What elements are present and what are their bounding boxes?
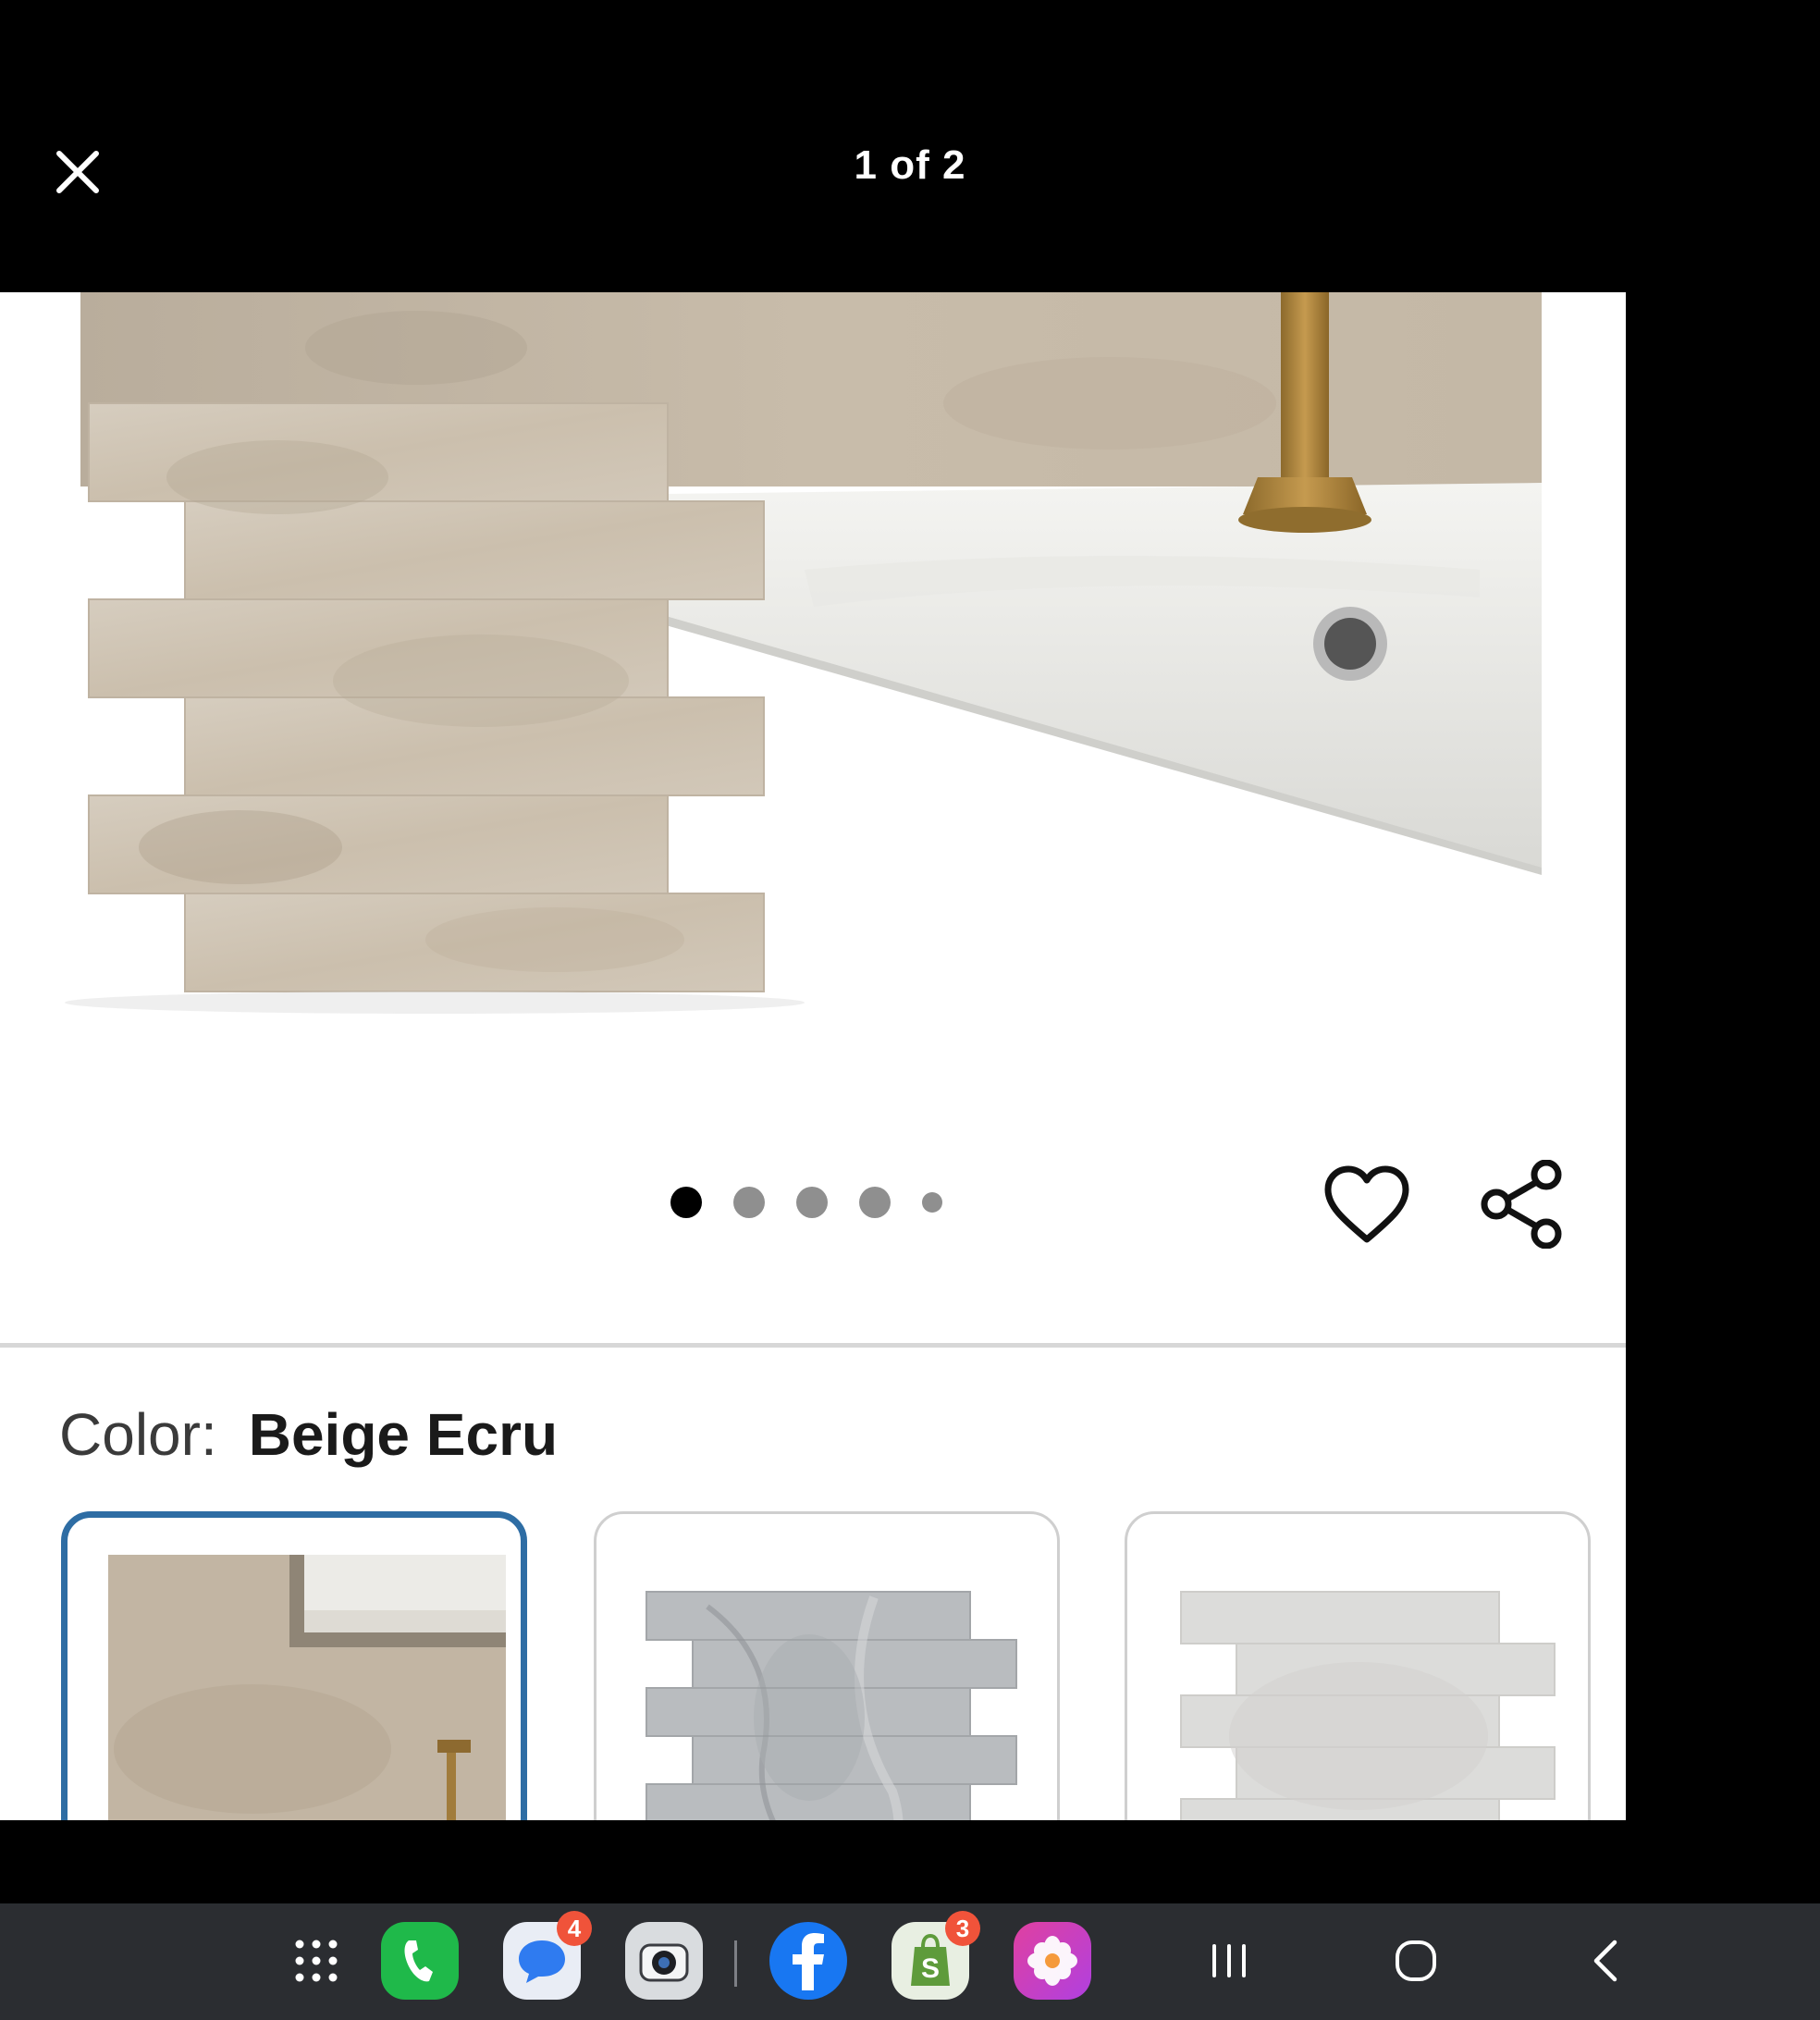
product-image-panel: Color: Beige Ecru [0, 292, 1626, 1820]
heart-outline-icon [1324, 1165, 1409, 1243]
chat-bubble-icon [519, 1940, 565, 1983]
back-icon [1593, 1940, 1617, 1982]
add-to-wishlist-button[interactable] [1321, 1158, 1413, 1250]
back-button[interactable] [1563, 1922, 1646, 2000]
home-button[interactable] [1374, 1922, 1457, 2000]
recent-apps-button[interactable] [1187, 1922, 1271, 2000]
phone-app[interactable] [381, 1922, 459, 2000]
black-band [0, 1820, 1820, 1903]
pagination-dot-5[interactable] [922, 1192, 942, 1213]
pagination-dot-4[interactable] [859, 1187, 891, 1218]
share-button[interactable] [1476, 1158, 1568, 1250]
recent-apps-icon [1212, 1944, 1246, 1977]
share-icon [1481, 1160, 1562, 1249]
messages-app[interactable]: 4 [503, 1911, 592, 2000]
section-divider [0, 1343, 1626, 1348]
shopify-bag-icon: S [911, 1934, 950, 1986]
color-value: Beige Ecru [248, 1401, 559, 1468]
color-selection-heading: Color: Beige Ecru [59, 1400, 558, 1469]
camera-icon [639, 1943, 689, 1982]
messages-badge: 4 [557, 1911, 592, 1946]
color-swatch-light-grey[interactable] [1125, 1511, 1591, 1820]
phone-icon [404, 1940, 433, 1982]
gallery-app[interactable] [1014, 1922, 1091, 2000]
image-counter: 1 of 2 [854, 142, 966, 188]
image-pagination-dots [670, 1186, 942, 1219]
facebook-icon [793, 1933, 824, 1990]
grid-icon [295, 1940, 338, 1982]
viewer-header: 1 of 2 [0, 0, 1820, 292]
home-icon [1396, 1940, 1436, 1981]
dock-separator [734, 1940, 737, 1987]
color-label: Color: [59, 1401, 217, 1468]
pagination-dot-3[interactable] [796, 1187, 828, 1218]
shopify-badge: 3 [945, 1911, 980, 1946]
color-swatch-beige-ecru[interactable] [61, 1511, 527, 1820]
pagination-dot-2[interactable] [733, 1187, 765, 1218]
facebook-app[interactable] [769, 1922, 847, 2000]
shopify-app[interactable]: S 3 [892, 1911, 980, 2000]
system-navigation-bar: 4 S 3 [0, 1903, 1820, 2020]
svg-text:S: S [921, 1953, 940, 1984]
color-swatch-grey-marble[interactable] [594, 1511, 1060, 1820]
swatch-image-grey-marble [646, 1591, 1017, 1820]
camera-app[interactable] [625, 1922, 703, 2000]
pagination-dot-1[interactable] [670, 1187, 702, 1218]
swatch-image-light-grey [1180, 1591, 1556, 1820]
flower-icon [1027, 1936, 1077, 1986]
app-drawer-button[interactable] [277, 1922, 355, 2000]
swatch-image-beige-ecru [108, 1555, 506, 1820]
